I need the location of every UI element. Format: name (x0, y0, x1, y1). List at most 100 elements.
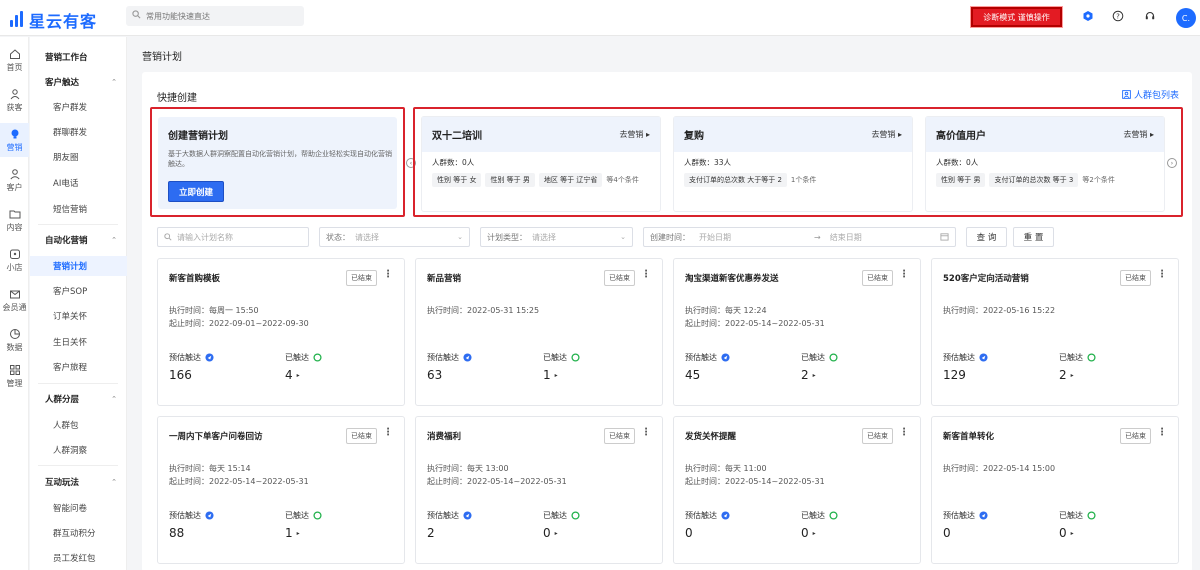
more-icon[interactable]: ⋮ (641, 427, 651, 438)
plan-card[interactable]: 520客户定向活动营销 已结束 ⋮ 执行时间：2022-05-16 15:22 预估触达… (931, 258, 1179, 406)
segment-count: 人群数：0人 (936, 158, 979, 167)
condition-chip: 性别 等于 男 (485, 173, 535, 187)
nav-store[interactable]: 小店 (0, 243, 29, 277)
next-arrow-icon[interactable]: › (1167, 158, 1177, 168)
diagnose-mode-button[interactable]: 诊断模式 谨慎操作 (971, 7, 1062, 27)
nav-item-ai-call[interactable]: AI电话 (30, 173, 127, 193)
nav-item-birthday-care[interactable]: 生日关怀 (30, 332, 127, 352)
nav-acquire[interactable]: 获客 (0, 83, 29, 117)
condition-chip: 性别 等于 男 (936, 173, 986, 187)
estimate-value: 2 (427, 526, 435, 540)
segment-name: 复购 (684, 131, 704, 142)
avatar[interactable]: C. (1176, 8, 1196, 28)
nav-group-automation[interactable]: 自动化营销 ⌃ (30, 230, 127, 250)
nav-member[interactable]: 会员通 (0, 283, 29, 317)
more-icon[interactable]: ⋮ (1157, 427, 1167, 438)
member-icon (9, 290, 20, 298)
nav-item-chat-send[interactable]: 群聊群发 (30, 122, 127, 142)
nav-item-crowd-pack[interactable]: 人群包 (30, 415, 127, 435)
nav-item-marketing-plan[interactable]: 营销计划 (30, 256, 127, 276)
reached-value[interactable]: 4 ▸ (285, 368, 300, 382)
nav-item-moments[interactable]: 朋友圈 (30, 147, 127, 167)
plan-card[interactable]: 消费福利 已结束 ⋮ 执行时间：每天 13:00 起止时间：2022-05-14~202… (415, 416, 663, 564)
nav-item-journey[interactable]: 客户旅程 (30, 357, 127, 377)
reached-value[interactable]: 0 ▸ (801, 526, 816, 540)
help-icon[interactable]: ? (1111, 9, 1125, 23)
more-icon[interactable]: ⋮ (383, 269, 393, 280)
nav-item-group-points[interactable]: 群互动积分 (30, 523, 127, 543)
exec-time: 执行时间：每天 12:24 (685, 306, 767, 315)
bulb-icon (11, 129, 18, 138)
nav-item-red-packet[interactable]: 员工发红包 (30, 548, 127, 568)
plan-card[interactable]: 发货关怀提醒 已结束 ⋮ 执行时间：每天 11:00 起止时间：2022-05-14~2… (673, 416, 921, 564)
plan-card[interactable]: 一周内下单客户问卷回访 已结束 ⋮ 执行时间：每天 15:14 起止时间：2022-05… (157, 416, 405, 564)
crowd-list-link[interactable]: 人群包列表 (1122, 88, 1179, 101)
search-icon (164, 233, 172, 241)
reached-value[interactable]: 2 ▸ (801, 368, 816, 382)
nav-group-segments[interactable]: 人群分层 ⌃ (30, 389, 127, 409)
global-search[interactable] (126, 6, 304, 26)
nav-item-crowd-insight[interactable]: 人群洞察 (30, 440, 127, 460)
nav-manage[interactable]: 管理 (0, 359, 29, 393)
plan-card[interactable]: 淘宝渠道新客优惠券发送 已结束 ⋮ 执行时间：每天 12:24 起止时间：2022-05… (673, 258, 921, 406)
shield-icon[interactable] (1081, 9, 1095, 23)
more-icon[interactable]: ⋮ (641, 269, 651, 280)
go-marketing-link[interactable]: 去营销 ▸ (1123, 129, 1154, 140)
create-now-button[interactable]: 立即创建 (168, 181, 224, 202)
reached-value[interactable]: 0 ▸ (1059, 526, 1074, 540)
nav-home[interactable]: 首页 (0, 43, 29, 77)
exec-time: 执行时间：2022-05-14 15:00 (943, 464, 1056, 473)
created-date-range[interactable]: 创建时间： 开始日期 → 结束日期 (643, 227, 956, 247)
headset-icon[interactable] (1143, 9, 1157, 23)
nav-item-order-care[interactable]: 订单关怀 (30, 306, 127, 326)
end-date[interactable]: 结束日期 (830, 232, 862, 243)
query-button[interactable]: 查 询 (966, 227, 1007, 247)
quick-create-title: 快捷创建 (157, 93, 197, 104)
plan-card[interactable]: 新客首单转化 已结束 ⋮ 执行时间：2022-05-14 15:00 预估触达 0 已触达 0… (931, 416, 1179, 564)
reached-value[interactable]: 1 ▸ (543, 368, 558, 382)
nav-item-sop[interactable]: 客户SOP (30, 281, 127, 301)
nav-group-interaction[interactable]: 互动玩法 ⌃ (30, 472, 127, 492)
logo[interactable]: 星云有客 (10, 8, 97, 32)
condition-more: 等2个条件 (1082, 176, 1115, 184)
search-input[interactable] (146, 11, 296, 21)
more-icon[interactable]: ⋮ (899, 269, 909, 280)
status-select[interactable]: 状态： 请选择 ⌄ (319, 227, 470, 247)
exec-time: 执行时间：2022-05-31 15:25 (427, 306, 540, 315)
nav-marketing[interactable]: 营销 (0, 123, 29, 157)
nav-item-group-send[interactable]: 客户群发 (30, 97, 127, 117)
go-marketing-link[interactable]: 去营销 ▸ (619, 129, 650, 140)
more-icon[interactable]: ⋮ (1157, 269, 1167, 280)
reset-button[interactable]: 重 置 (1013, 227, 1054, 247)
store-icon (9, 249, 20, 259)
nav-workbench[interactable]: 营销工作台 (30, 47, 127, 67)
exec-time: 执行时间：2022-05-16 15:22 (943, 306, 1056, 315)
reached-label: 已触达 (801, 352, 838, 363)
segment-card: 复购 去营销 ▸ 人群数：33人 支付订单的总次数 大于等于 2 1个条件 (673, 116, 913, 212)
nav-customer[interactable]: 客户 (0, 163, 29, 197)
caret-right-icon: ▸ (554, 371, 558, 379)
reached-label: 已触达 (1059, 510, 1096, 521)
plan-name-search[interactable]: 请输入计划名称 (157, 227, 309, 247)
arrow-right-icon: → (814, 232, 821, 242)
nav-item-sms[interactable]: 短信营销 (30, 199, 127, 219)
start-date[interactable]: 开始日期 (699, 232, 731, 243)
nav-group-reach[interactable]: 客户触达 ⌃ (30, 72, 127, 92)
go-marketing-link[interactable]: 去营销 ▸ (871, 129, 902, 140)
more-icon[interactable]: ⋮ (899, 427, 909, 438)
caret-right-icon: ▸ (812, 371, 816, 379)
reached-value[interactable]: 2 ▸ (1059, 368, 1074, 382)
nav-item-survey[interactable]: 智能问卷 (30, 498, 127, 518)
nav-content[interactable]: 内容 (0, 203, 29, 237)
exec-time: 执行时间：每天 13:00 (427, 464, 509, 473)
divider (38, 383, 118, 384)
condition-chip: 支付订单的总次数 等于 3 (989, 173, 1079, 187)
plan-type-select[interactable]: 计划类型： 请选择 ⌄ (480, 227, 633, 247)
plan-card[interactable]: 新品营销 已结束 ⋮ 执行时间：2022-05-31 15:25 预估触达 63 已触达 1 ▸ (415, 258, 663, 406)
plan-card[interactable]: 新客首购模板 已结束 ⋮ 执行时间：每周一 15:50 起止时间：2022-09-01~… (157, 258, 405, 406)
nav-data[interactable]: 数据 (0, 323, 29, 357)
reached-value[interactable]: 1 ▸ (285, 526, 300, 540)
reached-value[interactable]: 0 ▸ (543, 526, 558, 540)
estimate-value: 0 (943, 526, 951, 540)
more-icon[interactable]: ⋮ (383, 427, 393, 438)
